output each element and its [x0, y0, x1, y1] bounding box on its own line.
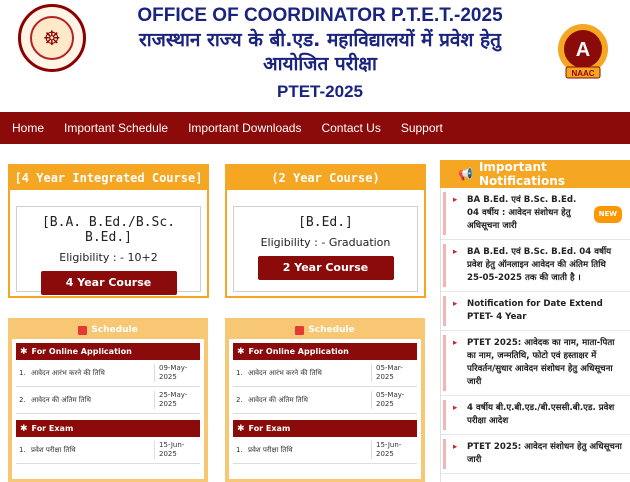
online-application-heading: ✱ For Online Application — [16, 343, 200, 360]
title-block: OFFICE OF COORDINATOR P.T.E.T.-2025 राजस… — [90, 4, 550, 102]
megaphone-icon: 📢 — [458, 167, 473, 181]
table-row: 2. आवेदन की अंतिम तिथि 05-May-2025 — [233, 387, 417, 414]
notifications-title: Important Notifications — [478, 160, 565, 188]
online-application-heading: ✱ For Online Application — [233, 343, 417, 360]
nav-important-downloads[interactable]: Important Downloads — [188, 121, 301, 135]
office-title: OFFICE OF COORDINATOR P.T.E.T.-2025 — [137, 5, 503, 26]
naac-seal-icon: A NAAC — [558, 24, 608, 79]
notification-item[interactable]: ▸ BA B.Ed. एवं B.Sc. B.Ed. 04 वर्षीय प्र… — [441, 240, 630, 292]
schedule-panel-2-year: Schedule ✱ For Online Application 1. आवेद… — [225, 318, 425, 482]
bullet-icon: ▸ — [453, 403, 458, 413]
bullet-icon: ▸ — [453, 247, 458, 257]
course-eligibility: Eligibility : - 10+2 — [59, 251, 158, 264]
nav-contact-us[interactable]: Contact Us — [321, 121, 380, 135]
schedule-body: ✱ For Online Application 1. आवेदन आरंभ कर… — [229, 339, 421, 479]
table-row: 1. प्रवेश परीक्षा तिथि 15-Jun-2025 — [16, 437, 200, 464]
table-row: 2. आवेदन की अंतिम तिथि 25-May-2025 — [16, 387, 200, 414]
four-year-course-button[interactable]: 4 Year Course — [40, 271, 177, 295]
university-logo: ☸ — [18, 4, 86, 72]
course-card-body: [B.A. B.Ed./B.Sc. B.Ed.] Eligibility : -… — [16, 206, 201, 295]
naac-label: NAAC — [571, 69, 594, 78]
notifications-panel: 📢 Important Notifications ▸ BA B.Ed. एवं… — [440, 160, 630, 482]
hindi-title-line1: राजस्थान राज्य के बी.एड. महाविद्यालयों म… — [139, 29, 501, 51]
notification-item[interactable]: ▸ 4 वर्षीय बी.ए.बी.एड./बी.एससी.बी.एड. प्… — [441, 396, 630, 435]
notification-item[interactable]: ▸ PTET 2025: आवेदक का नाम, माता-पिता का … — [441, 331, 630, 396]
table-row: 1. आवेदन आरंभ करने की तिथि 09-May-2025 — [16, 360, 200, 387]
course-name: [B.Ed.] — [298, 215, 353, 230]
two-year-course-button[interactable]: 2 Year Course — [257, 256, 394, 280]
pin-icon: ✱ — [237, 346, 245, 357]
calendar-icon — [295, 325, 305, 335]
course-card-4-year: [4 Year Integrated Course] [B.A. B.Ed./B… — [8, 164, 209, 298]
notification-item[interactable]: ▸ BA B.Ed. एवं B.Sc. B.Ed. 04 वर्षीय : आ… — [441, 188, 630, 240]
course-card-header: (2 Year Course) — [227, 166, 424, 190]
emblem-icon: ☸ — [30, 16, 74, 60]
naac-grade: A — [576, 39, 590, 61]
course-card-header: [4 Year Integrated Course] — [10, 166, 207, 190]
bullet-icon: ▸ — [453, 195, 458, 205]
pin-icon: ✱ — [20, 346, 28, 357]
bullet-icon: ▸ — [453, 299, 458, 309]
notification-item[interactable]: ▸ Notification for Date Extend PTET- 4 Y… — [441, 292, 630, 331]
notification-item[interactable]: ▸ PTET 2025: आवेदन संशोधन हेतु अधिसूचना … — [441, 435, 630, 474]
course-card-body: [B.Ed.] Eligibility : - Graduation 2 Yea… — [233, 206, 418, 292]
nav-home[interactable]: Home — [12, 121, 44, 135]
schedule-header: Schedule — [229, 321, 421, 339]
notifications-list: ▸ BA B.Ed. एवं B.Sc. B.Ed. 04 वर्षीय : आ… — [440, 188, 630, 482]
schedule-panel-4-year: Schedule ✱ For Online Application 1. आवेद… — [8, 318, 208, 482]
schedule-title: Schedule — [308, 325, 355, 335]
nav-support[interactable]: Support — [401, 121, 443, 135]
notifications-header: 📢 Important Notifications — [440, 160, 630, 188]
schedule-header: Schedule — [12, 321, 204, 339]
bullet-icon: ▸ — [453, 442, 458, 452]
bullet-icon: ▸ — [453, 338, 458, 348]
course-eligibility: Eligibility : - Graduation — [260, 236, 391, 249]
calendar-icon — [78, 325, 88, 335]
site-header: ☸ OFFICE OF COORDINATOR P.T.E.T.-2025 रा… — [0, 0, 630, 112]
exam-subtitle: PTET-2025 — [277, 82, 363, 101]
table-row: 1. आवेदन आरंभ करने की तिथि 05-Mar-2025 — [233, 360, 417, 387]
exam-heading: ✱ For Exam — [16, 420, 200, 437]
table-row: 1. प्रवेश परीक्षा तिथि 15-Jun-2025 — [233, 437, 417, 464]
nav-important-schedule[interactable]: Important Schedule — [64, 121, 168, 135]
main-nav: Home Important Schedule Important Downlo… — [0, 112, 630, 144]
schedule-title: Schedule — [91, 325, 138, 335]
course-name: [B.A. B.Ed./B.Sc. B.Ed.] — [41, 215, 176, 245]
hindi-title-line2: आयोजित परीक्षा — [263, 53, 377, 75]
exam-heading: ✱ For Exam — [233, 420, 417, 437]
pin-icon: ✱ — [20, 423, 28, 434]
pin-icon: ✱ — [237, 423, 245, 434]
schedule-body: ✱ For Online Application 1. आवेदन आरंभ कर… — [12, 339, 204, 479]
course-card-2-year: (2 Year Course) [B.Ed.] Eligibility : - … — [225, 164, 426, 298]
new-badge: NEW — [593, 206, 622, 223]
